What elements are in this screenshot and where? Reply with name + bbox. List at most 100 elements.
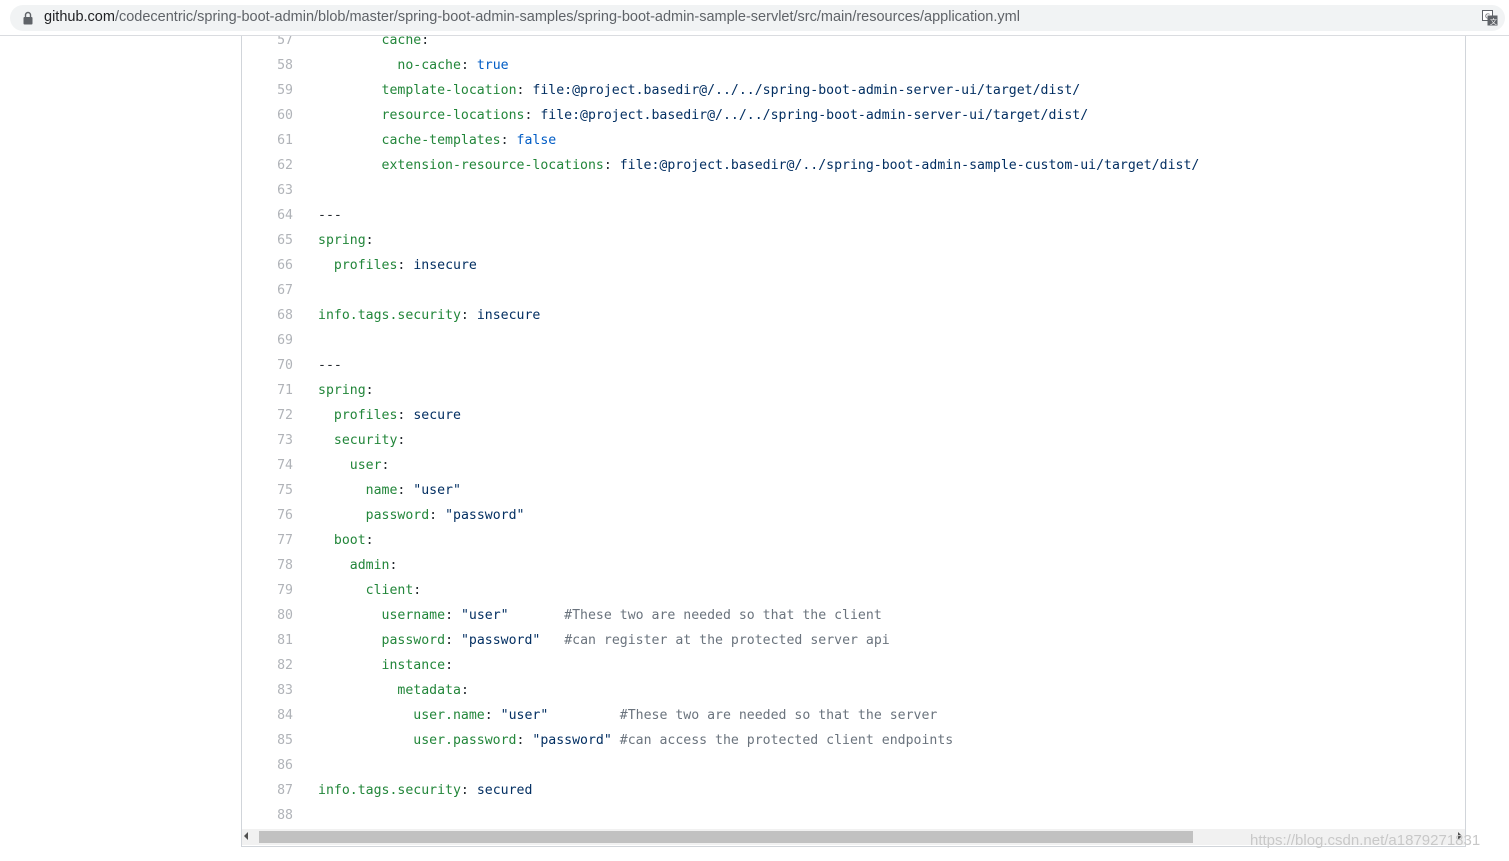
code-line: 66 profiles: insecure [242,253,1465,278]
line-number[interactable]: 59 [242,78,293,103]
watermark: https://blog.csdn.net/a1879271831 [1250,832,1481,849]
line-number[interactable]: 62 [242,153,293,178]
code-token: resource-locations [381,108,525,123]
code-token: #can register at the protected server ap… [564,633,890,648]
code-token: : [516,83,533,98]
line-number[interactable]: 79 [242,578,293,603]
line-number[interactable]: 70 [242,353,293,378]
code-token: "password" [532,733,612,748]
line-content: boot: [318,528,374,553]
line-number[interactable]: 87 [242,778,293,803]
line-content: name: "user" [318,478,461,503]
code-token: user.name [413,708,485,723]
line-number[interactable]: 83 [242,678,293,703]
line-number[interactable]: 76 [242,503,293,528]
code-token: : [381,458,390,473]
code-token: #can access the protected client endpoin… [619,733,954,748]
scroll-left-arrow-icon[interactable] [244,832,248,840]
code-token: : [445,658,454,673]
line-number[interactable]: 86 [242,753,293,778]
line-number[interactable]: 82 [242,653,293,678]
line-content: info.tags.security: secured [318,778,532,803]
code-token: client [365,583,414,598]
translate-icon[interactable]: G 文 [1482,10,1498,26]
line-number[interactable]: 84 [242,703,293,728]
code-token: #These two are needed so that the server [619,708,938,723]
line-number[interactable]: 88 [242,803,293,828]
code-token: user [349,458,382,473]
line-number[interactable]: 60 [242,103,293,128]
code-token: --- [318,208,342,223]
code-token: username [381,608,446,623]
code-line: 77 boot: [242,528,1465,553]
code-token: spring [318,233,366,248]
line-number[interactable]: 72 [242,403,293,428]
code-token: insecure [476,308,541,323]
code-line: 83 metadata: [242,678,1465,703]
code-token: "user" [413,483,461,498]
line-number[interactable]: 73 [242,428,293,453]
code-line: 61 cache-templates: false [242,128,1465,153]
line-number[interactable]: 58 [242,53,293,78]
code-token: : [500,133,517,148]
code-line: 79 client: [242,578,1465,603]
line-number[interactable]: 81 [242,628,293,653]
line-number[interactable]: 67 [242,278,293,303]
line-number[interactable]: 61 [242,128,293,153]
code-token: info.tags.security [318,783,461,798]
code-line: 80 username: "user" #These two are neede… [242,603,1465,628]
code-token: : [524,108,541,123]
line-number[interactable]: 68 [242,303,293,328]
line-number[interactable]: 64 [242,203,293,228]
code-token: : [365,383,374,398]
code-token: : [460,58,477,73]
code-token: security [333,433,398,448]
code-line: 69 [242,328,1465,353]
code-token: secured [476,783,533,798]
code-token: profiles [333,258,398,273]
code-token: name [365,483,398,498]
code-token: insecure [413,258,477,273]
line-number[interactable]: 80 [242,603,293,628]
line-number[interactable]: 75 [242,478,293,503]
line-number[interactable]: 57 [242,36,293,53]
code-token: "user" [460,608,509,623]
lock-icon[interactable] [23,11,33,25]
code-token: : [389,558,398,573]
code-token: file:@project.basedir@/../../spring-boot… [532,83,1081,98]
browser-address-bar: github.com/codecentric/spring-boot-admin… [0,0,1509,36]
line-number[interactable]: 77 [242,528,293,553]
line-number[interactable]: 74 [242,453,293,478]
line-content: user.password: "password" #can access th… [318,728,953,753]
url-text[interactable]: github.com/codecentric/spring-boot-admin… [44,9,1020,25]
url-field[interactable]: github.com/codecentric/spring-boot-admin… [10,5,1505,31]
line-number[interactable]: 78 [242,553,293,578]
line-number[interactable]: 65 [242,228,293,253]
code-line: 64 --- [242,203,1465,228]
scrollbar-thumb[interactable] [259,831,1193,843]
line-number[interactable]: 63 [242,178,293,203]
line-number[interactable]: 69 [242,328,293,353]
line-number[interactable]: 66 [242,253,293,278]
line-content: user.name: "user" #These two are needed … [318,703,937,728]
line-content: instance: [318,653,453,678]
code-token: : [460,783,477,798]
line-number[interactable]: 85 [242,728,293,753]
code-token: : [397,433,406,448]
line-number[interactable]: 71 [242,378,293,403]
code-token: : [397,408,414,423]
code-line: 72 profiles: secure [242,403,1465,428]
code-token: metadata [397,683,461,698]
code-token: true [476,58,509,73]
code-line: 82 instance: [242,653,1465,678]
code-line: 87 info.tags.security: secured [242,778,1465,803]
line-content: cache: [318,36,430,53]
code-line: 84 user.name: "user" #These two are need… [242,703,1465,728]
